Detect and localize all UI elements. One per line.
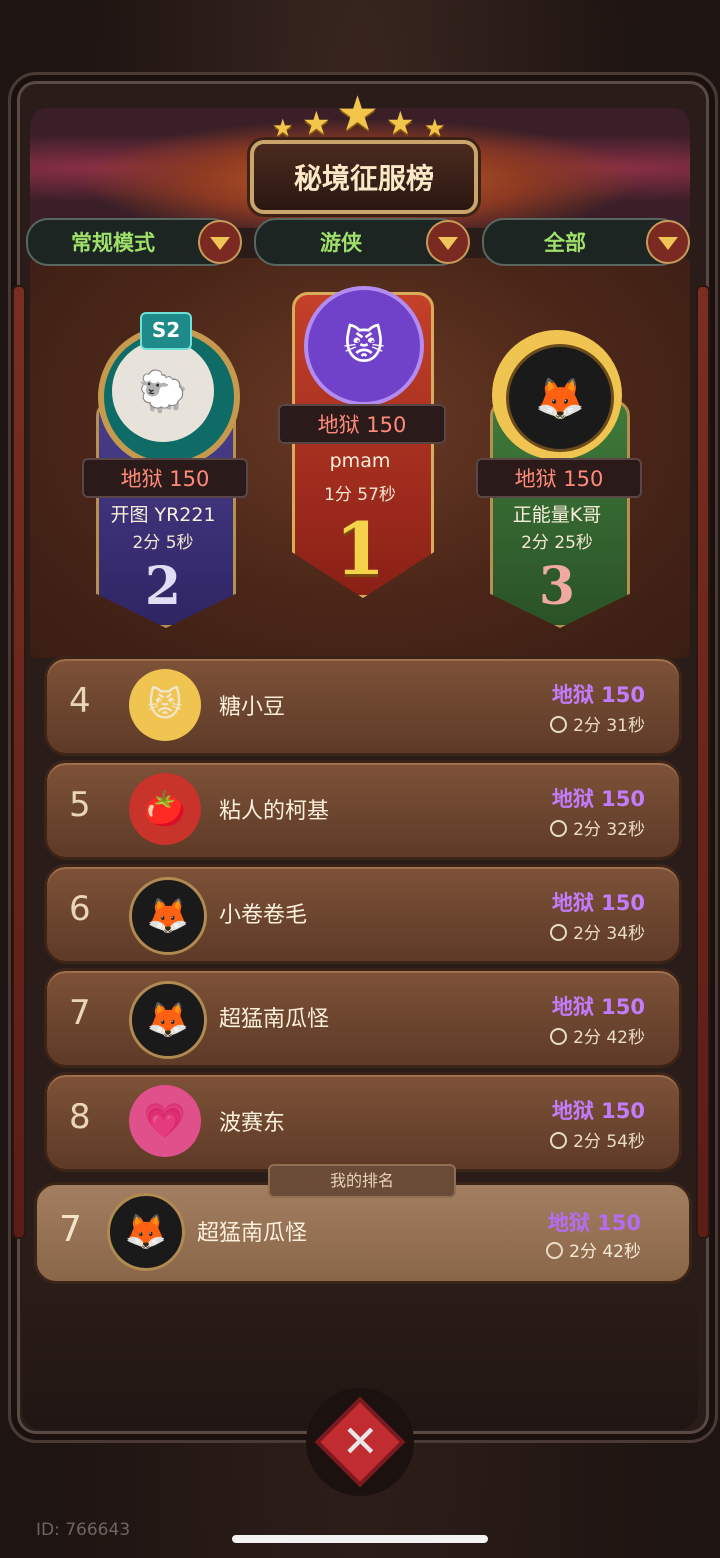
podium-2-rank: 2 [144,556,182,617]
avatar: 🦊 [107,1193,185,1271]
row-rank: 7 [69,993,91,1033]
star-icon: ★ [336,86,380,142]
my-rank-name: 超猛南瓜怪 [197,1221,308,1246]
left-rail [12,285,26,1239]
row-tier: 地狱 150 [551,683,645,707]
star-icon: ★ [386,104,415,142]
sun-frame: 🦊 [492,330,622,460]
season-badge: S2 [140,312,192,350]
chevron-down-icon[interactable] [426,220,470,264]
scope-filter-label: 全部 [544,231,586,255]
podium-2-tier: 地狱 150 [82,458,248,498]
row-time: 2分 32秒 [550,815,645,840]
row-rank: 4 [69,681,91,721]
chevron-down-icon[interactable] [198,220,242,264]
scope-filter[interactable]: 全部 [482,218,690,266]
page-title: 秘境征服榜 [250,140,478,214]
row-rank: 8 [69,1097,91,1137]
podium-3-time: 2分 25秒 [521,533,593,553]
player-id: ID: 766643 [36,1520,131,1540]
row-name: 超猛南瓜怪 [219,1007,330,1032]
row-time: 2分 54秒 [550,1127,645,1152]
my-rank-tier: 地狱 150 [547,1211,641,1235]
fox-avatar: 🦊 [506,344,614,452]
row-tier: 地狱 150 [551,1099,645,1123]
star-icon: ★ [272,114,294,142]
close-icon[interactable]: ✕ [314,1396,406,1488]
row-tier: 地狱 150 [551,995,645,1019]
star-icon: ★ [302,104,331,142]
my-rank-tag: 我的排名 [268,1164,456,1198]
list-item[interactable]: 5 🍅 粘人的柯基 地狱 150 2分 32秒 [44,760,682,860]
podium-3-rank: 3 [538,556,576,617]
clock-icon [550,820,568,837]
podium-1-name: pmam [329,450,391,472]
row-rank: 5 [69,785,91,825]
list-item[interactable]: 7 🦊 超猛南瓜怪 地狱 150 2分 42秒 [44,968,682,1068]
list-item[interactable]: 8 💗 波赛东 地狱 150 2分 54秒 [44,1072,682,1172]
podium-3-name: 正能量K哥 [512,504,602,526]
mode-filter[interactable]: 常规模式 [26,218,242,266]
clock-icon [550,1028,568,1045]
home-indicator[interactable] [232,1535,488,1543]
close-button[interactable]: ✕ [306,1388,414,1496]
row-rank: 6 [69,889,91,929]
class-filter[interactable]: 游侠 [254,218,470,266]
star-icon: ★ [424,114,446,142]
row-name: 小卷卷毛 [219,903,308,928]
chevron-down-icon[interactable] [646,220,690,264]
clock-icon [550,716,568,733]
row-tier: 地狱 150 [551,787,645,811]
row-time: 2分 42秒 [550,1023,645,1048]
podium-2-name: 开图 YR221 [110,504,216,526]
avatar: 💗 [129,1085,201,1157]
podium-1-tier: 地狱 150 [278,404,446,444]
podium-1-rank: 1 [334,506,386,591]
stars-decoration: ★ ★ ★ ★ ★ [268,86,452,142]
mode-filter-label: 常规模式 [71,231,155,255]
podium-1-time: 1分 57秒 [324,485,396,505]
avatar: 😾 [129,669,201,741]
clock-icon [550,1132,568,1149]
class-filter-label: 游侠 [320,231,362,255]
row-name: 波赛东 [219,1111,286,1136]
clock-icon [550,924,568,941]
avatar: 🍅 [129,773,201,845]
list-item[interactable]: 6 🦊 小卷卷毛 地狱 150 2分 34秒 [44,864,682,964]
avatar: 😾 [304,286,424,406]
row-time: 2分 34秒 [550,919,645,944]
row-name: 粘人的柯基 [219,799,330,824]
sheep-avatar: 🐑 [112,340,214,442]
podium-2-time: 2分 5秒 [132,533,194,553]
clock-icon [546,1242,564,1259]
list-item[interactable]: 4 😾 糖小豆 地狱 150 2分 31秒 [44,656,682,756]
right-rail [696,285,710,1239]
row-name: 糖小豆 [219,695,286,720]
my-rank-number: 7 [59,1209,82,1250]
row-time: 2分 31秒 [550,711,645,736]
avatar: 🦊 [129,877,207,955]
row-tier: 地狱 150 [551,891,645,915]
avatar: 🦊 [129,981,207,1059]
podium-3-tier: 地狱 150 [476,458,642,498]
my-rank-time: 2分 42秒 [546,1237,641,1262]
